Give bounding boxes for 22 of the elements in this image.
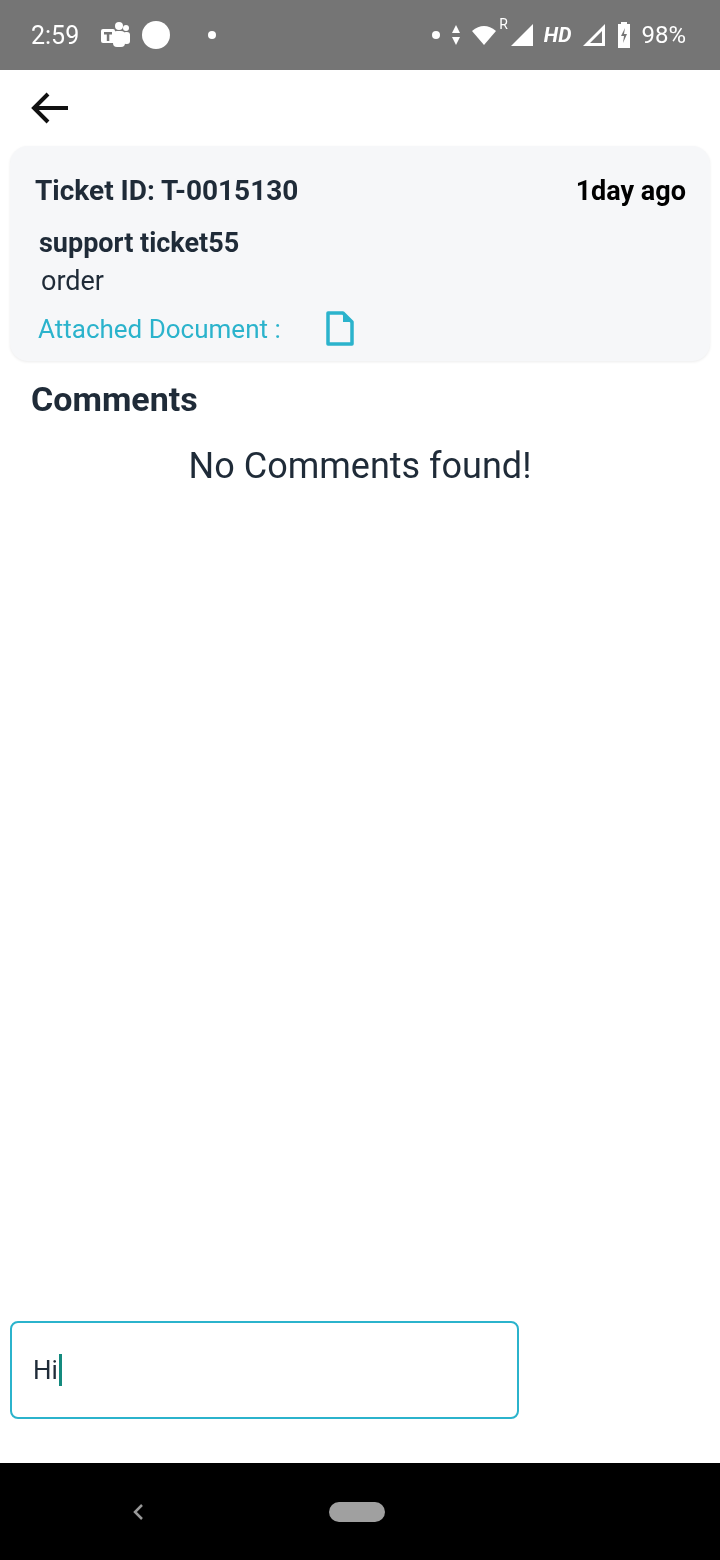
dot-icon — [431, 30, 442, 40]
ticket-category: order — [41, 265, 105, 297]
teams-icon — [99, 21, 132, 49]
signal-icon — [581, 22, 608, 48]
data-arrows-icon — [451, 24, 462, 46]
status-time: 2:59 — [31, 20, 80, 50]
circle-icon — [141, 20, 172, 50]
wifi-icon — [471, 24, 498, 46]
roaming-label: R — [499, 16, 508, 32]
battery-level: 98% — [641, 21, 686, 49]
ticket-id: Ticket ID: T-0015130 — [35, 174, 299, 207]
attachment-label: Attached Document : — [38, 314, 281, 344]
ticket-age: 1day ago — [575, 174, 686, 207]
comment-input[interactable]: Hi — [10, 1321, 519, 1419]
ticket-title: support ticket55 — [39, 227, 241, 259]
comments-heading: Comments — [31, 379, 199, 419]
empty-message: No Comments found! — [187, 445, 533, 487]
network-label: HD — [543, 23, 572, 47]
signal-icon — [509, 23, 534, 47]
dot-icon — [207, 30, 218, 40]
home-pill[interactable] — [329, 1501, 385, 1522]
battery-icon — [617, 22, 632, 48]
